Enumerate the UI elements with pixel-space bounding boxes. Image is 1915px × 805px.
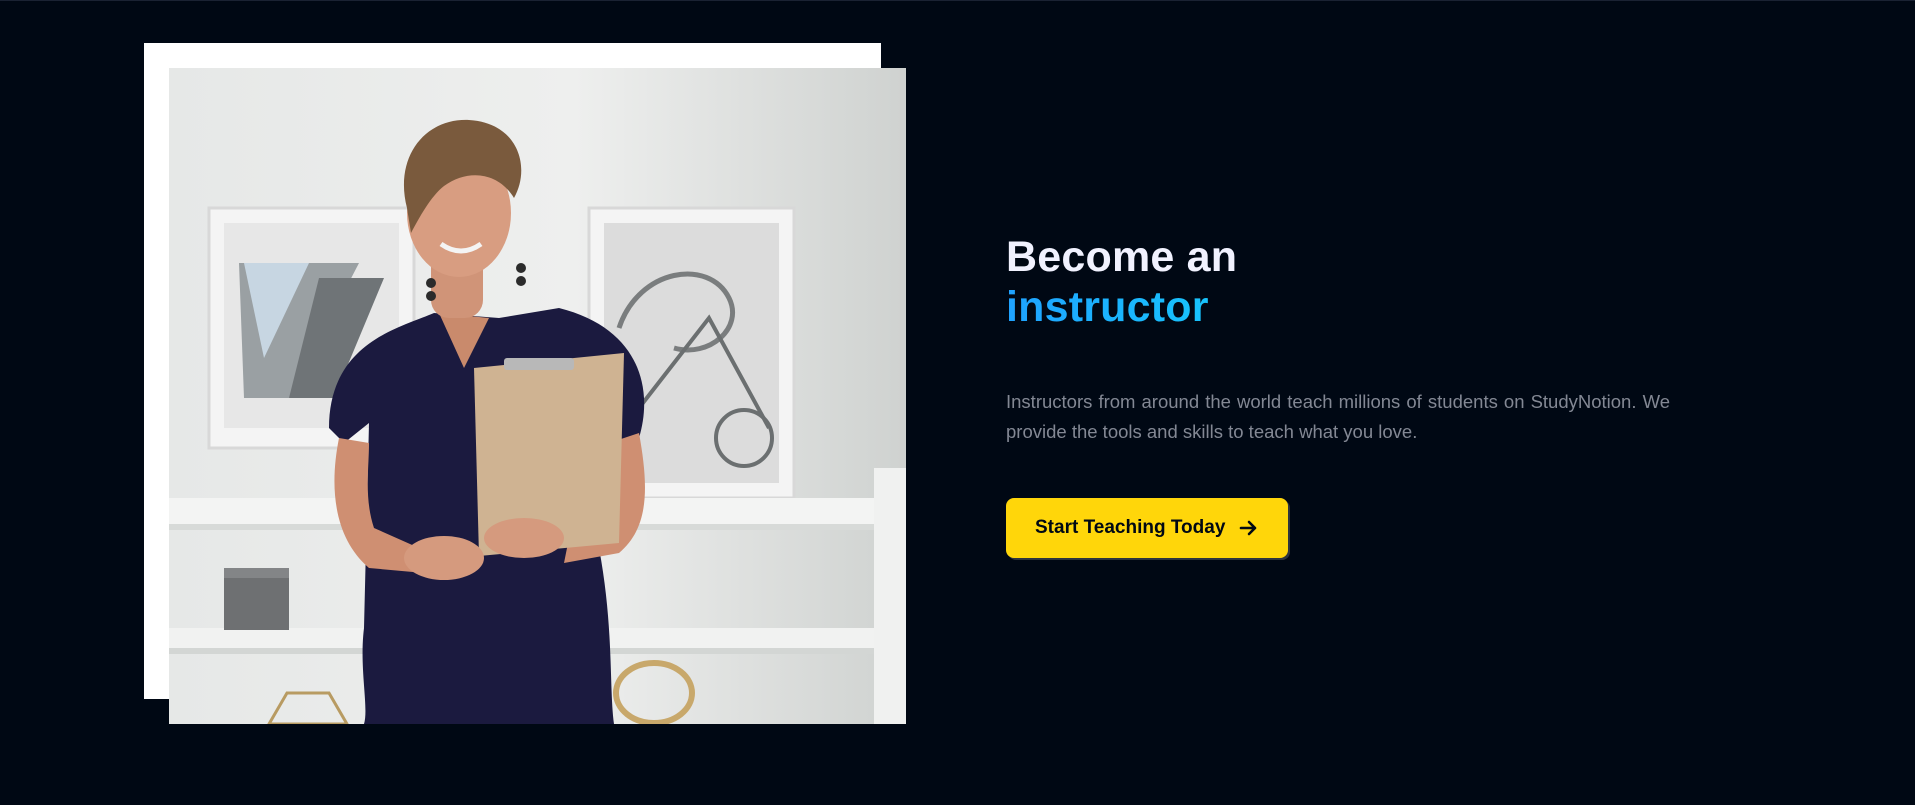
section-heading: Become an instructor [1006,232,1670,332]
section-description: Instructors from around the world teach … [1006,391,1670,442]
heading-highlight: instructor [1006,282,1670,332]
start-teaching-button[interactable]: Start Teaching Today [1006,498,1289,558]
start-teaching-button-label: Start Teaching Today [1035,517,1226,538]
section-divider [0,0,1915,1]
arrow-right-icon [1239,519,1259,537]
instructor-text-column: Become an instructor Instructors from ar… [1006,232,1670,558]
instructor-photo [169,68,906,724]
heading-line: Become an [1006,233,1238,281]
